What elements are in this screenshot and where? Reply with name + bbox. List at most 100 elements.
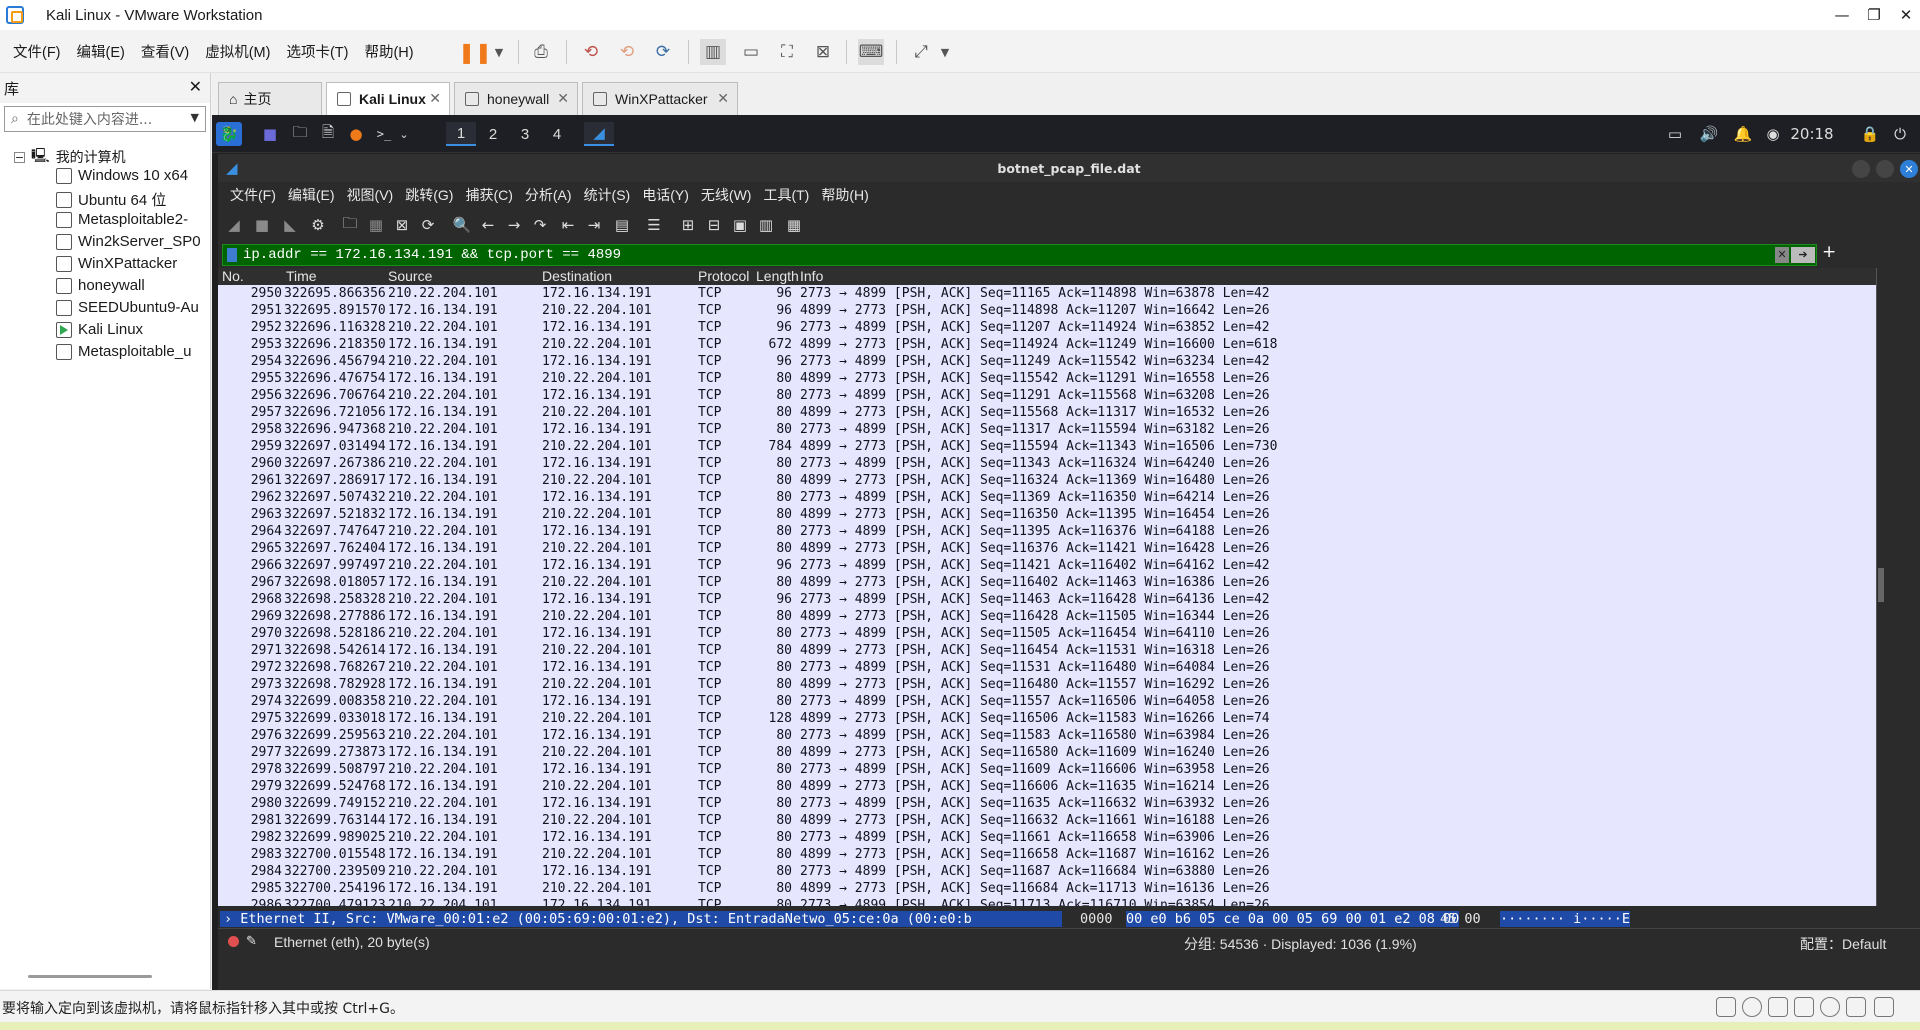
stop-capture-icon[interactable]: ■ <box>250 213 274 237</box>
ws-menu-analyze[interactable]: 分析(A) <box>525 185 572 205</box>
display-icon[interactable] <box>1846 997 1866 1017</box>
packet-row[interactable]: 2962 322697.507432 210.22.204.101 172.16.13… <box>218 489 1870 506</box>
tree-item-vm-running[interactable]: Kali Linux <box>56 321 143 338</box>
minimize-icon[interactable]: — <box>1824 0 1860 30</box>
col-time[interactable]: Time <box>286 268 317 284</box>
console-view-icon[interactable]: ⌨ <box>858 39 884 65</box>
resize-columns-icon[interactable]: ▥ <box>754 213 778 237</box>
tree-item-vm[interactable]: Ubuntu 64 位 <box>56 189 166 210</box>
revert-snapshot-icon[interactable]: ⟲ <box>614 39 640 65</box>
guest-screen[interactable]: 🐉 ■ 🗀 🗎 ● >_ ⌄ 1 2 3 4 ◢ ▭ 🔊 🔔 ◉ 20:18 🔒… <box>212 115 1920 990</box>
menu-tabs[interactable]: 选项卡(T) <box>286 41 348 62</box>
tree-item-vm[interactable]: Metasploitable2- <box>56 211 188 228</box>
packet-row[interactable]: 2959 322697.031494 172.16.134.191 210.22.20… <box>218 438 1870 455</box>
ws-menu-tools[interactable]: 工具(T) <box>763 185 809 205</box>
col-length[interactable]: Length <box>756 268 799 284</box>
col-info[interactable]: Info <box>800 268 823 284</box>
packet-details-selected-line[interactable]: › Ethernet II, Src: VMware_00:01:e2 (00:… <box>220 911 1062 927</box>
go-forward-icon[interactable]: → <box>502 213 526 237</box>
network-icon[interactable] <box>1768 997 1788 1017</box>
edit-comment-icon[interactable]: ✎ <box>246 933 257 949</box>
col-protocol[interactable]: Protocol <box>698 268 749 284</box>
packet-row[interactable]: 2983 322700.015548 172.16.134.191 210.22.20… <box>218 846 1870 863</box>
autoscroll-icon[interactable]: ▤ <box>610 213 634 237</box>
packet-row[interactable]: 2968 322698.258328 210.22.204.101 172.16.13… <box>218 591 1870 608</box>
tab-close-icon[interactable]: ✕ <box>557 90 569 107</box>
file-manager-icon[interactable]: 🗀 <box>288 122 312 146</box>
close-icon[interactable]: ✕ <box>1888 0 1920 30</box>
packet-row[interactable]: 2958 322696.947368 210.22.204.101 172.16.13… <box>218 421 1870 438</box>
packet-row[interactable]: 2972 322698.768267 210.22.204.101 172.16.13… <box>218 659 1870 676</box>
library-view-icon[interactable]: ▥ <box>700 39 726 65</box>
tab-honeywall[interactable]: honeywall ✕ <box>454 82 578 115</box>
snapshot-icon[interactable]: ⟲ <box>578 39 604 65</box>
apply-filter-icon[interactable]: ➔ <box>1791 247 1815 263</box>
packet-details-pane[interactable]: › Ethernet II, Src: VMware_00:01:e2 (00:… <box>218 909 1066 929</box>
menu-help[interactable]: 帮助(H) <box>364 41 413 62</box>
packet-row[interactable]: 2964 322697.747647 210.22.204.101 172.16.13… <box>218 523 1870 540</box>
tab-close-icon[interactable]: ✕ <box>717 90 729 107</box>
packet-row[interactable]: 2957 322696.721056 172.16.134.191 210.22.20… <box>218 404 1870 421</box>
hex-ascii[interactable]: ········ i·····E <box>1500 911 1631 927</box>
packet-row[interactable]: 2963 322697.521832 172.16.134.191 210.22.20… <box>218 506 1870 523</box>
packet-row[interactable]: 2954 322696.456794 210.22.204.101 172.16.13… <box>218 353 1870 370</box>
reload-file-icon[interactable]: ⟳ <box>416 213 440 237</box>
capture-options-icon[interactable]: ⚙ <box>306 213 330 237</box>
open-file-icon[interactable]: 🗀 <box>338 213 362 237</box>
col-no[interactable]: No. <box>222 268 244 284</box>
power-icon[interactable]: ⏻ <box>1890 122 1910 146</box>
packet-row[interactable]: 2970 322698.528186 210.22.204.101 172.16.13… <box>218 625 1870 642</box>
sound-icon[interactable] <box>1794 997 1814 1017</box>
ws-menu-view[interactable]: 视图(V) <box>347 185 394 205</box>
col-source[interactable]: Source <box>388 268 432 284</box>
pause-dropdown-icon[interactable]: ▼ <box>486 39 512 65</box>
packet-row[interactable]: 2965 322697.762404 172.16.134.191 210.22.20… <box>218 540 1870 557</box>
show-desktop-icon[interactable]: ■ <box>258 122 282 146</box>
ws-menu-capture[interactable]: 捕获(C) <box>465 185 512 205</box>
packet-list[interactable]: No. Time Source Destination Protocol Len… <box>218 268 1876 906</box>
stretch-guest-icon[interactable]: ⤢ <box>908 39 934 65</box>
thumbnail-bar-icon[interactable]: ▭ <box>738 39 764 65</box>
pause-icon[interactable]: ❚❚ <box>458 39 492 65</box>
packet-row[interactable]: 2955 322696.476754 172.16.134.191 210.22.20… <box>218 370 1870 387</box>
firefox-icon[interactable]: ● <box>344 122 368 146</box>
packet-row[interactable]: 2973 322698.782928 172.16.134.191 210.22.20… <box>218 676 1870 693</box>
packet-row[interactable]: 2978 322699.508797 210.22.204.101 172.16.13… <box>218 761 1870 778</box>
save-file-icon[interactable]: ▦ <box>364 213 388 237</box>
zoom-in-icon[interactable]: ⊞ <box>676 213 700 237</box>
last-packet-icon[interactable]: ⇥ <box>582 213 606 237</box>
zoom-out-icon[interactable]: ⊟ <box>702 213 726 237</box>
tree-item-vm[interactable]: honeywall <box>56 277 145 294</box>
ws-menu-telephony[interactable]: 电话(Y) <box>642 185 689 205</box>
panel-clock[interactable]: 20:18 <box>1788 122 1836 146</box>
tab-close-icon[interactable]: ✕ <box>429 90 441 107</box>
packet-row[interactable]: 2950 322695.866356 210.22.204.101 172.16.13… <box>218 285 1870 302</box>
snapshot-manager-icon[interactable]: ⟳ <box>650 39 676 65</box>
stretch-dropdown-icon[interactable]: ▼ <box>932 39 958 65</box>
tree-item-vm[interactable]: Win2kServer_SP0 <box>56 233 201 250</box>
go-to-packet-icon[interactable]: ↷ <box>528 213 552 237</box>
packet-row[interactable]: 2976 322699.259563 210.22.204.101 172.16.13… <box>218 727 1870 744</box>
send-ctrl-alt-del-icon[interactable]: ⎙ <box>528 39 554 65</box>
library-hscrollbar[interactable] <box>28 975 152 978</box>
ws-menu-wireless[interactable]: 无线(W) <box>701 185 752 205</box>
collapse-icon[interactable]: − <box>14 151 25 164</box>
terminal-dropdown-icon[interactable]: ⌄ <box>396 122 412 146</box>
packet-row[interactable]: 2975 322699.033018 172.16.134.191 210.22.20… <box>218 710 1870 727</box>
fullscreen-icon[interactable]: ⛶ <box>774 39 800 65</box>
ws-close-icon[interactable]: ✕ <box>1900 160 1918 178</box>
tab-winxpattacker[interactable]: WinXPattacker ✕ <box>582 82 738 115</box>
packet-row[interactable]: 2969 322698.277886 172.16.134.191 210.22.20… <box>218 608 1870 625</box>
packet-row[interactable]: 2966 322697.997497 210.22.204.101 172.16.13… <box>218 557 1870 574</box>
tab-kali-linux[interactable]: Kali Linux ✕ <box>326 82 450 115</box>
packet-row[interactable]: 2982 322699.989025 210.22.204.101 172.16.13… <box>218 829 1870 846</box>
ws-menu-edit[interactable]: 编辑(E) <box>288 185 335 205</box>
column-layout-icon[interactable]: ▦ <box>782 213 806 237</box>
packet-row[interactable]: 2967 322698.018057 172.16.134.191 210.22.20… <box>218 574 1870 591</box>
status-profile[interactable]: 配置：Default <box>1800 934 1886 954</box>
bookmark-icon[interactable] <box>227 248 237 262</box>
packet-row[interactable]: 2974 322699.008358 210.22.204.101 172.16.13… <box>218 693 1870 710</box>
ws-minimize-icon[interactable] <box>1852 160 1870 178</box>
volume-icon[interactable]: 🔊 <box>1698 122 1720 146</box>
packet-row[interactable]: 2961 322697.286917 172.16.134.191 210.22.20… <box>218 472 1870 489</box>
